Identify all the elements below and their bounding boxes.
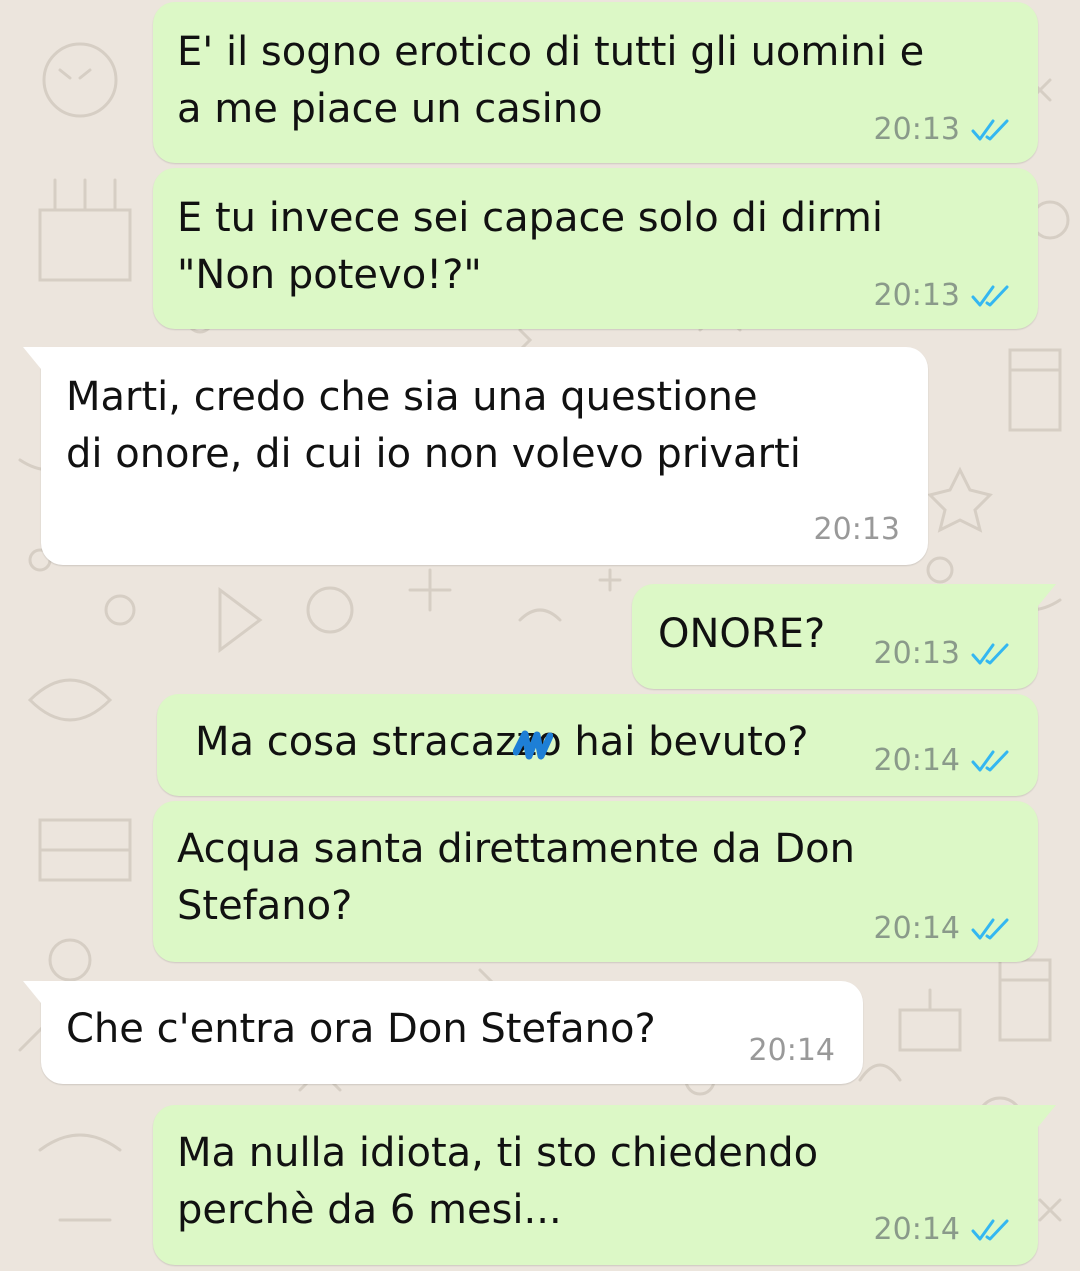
message-text: Marti, credo che sia una questione di on… (66, 374, 801, 477)
message-text: Acqua santa direttamente da Don Stefano? (177, 826, 855, 929)
double-check-icon (970, 749, 1014, 773)
message-text: E tu invece sei capace solo di dirmi "No… (177, 195, 883, 298)
message-bubble-outgoing[interactable]: Ma cosa stracazzo hai bevuto? 20:14 (157, 694, 1038, 796)
message-text: Ma nulla idiota, ti sto chiedendo perchè… (177, 1130, 819, 1233)
message-time: 20:14 (873, 911, 960, 946)
message-meta: 20:13 (874, 115, 1014, 145)
double-check-icon (970, 917, 1014, 941)
message-text: Ma cosa stracazzo hai bevuto? (195, 719, 809, 765)
double-check-icon (970, 118, 1014, 142)
message-bubble-outgoing[interactable]: ONORE? 20:13 (632, 584, 1056, 689)
message-meta: 20:13 (874, 281, 1014, 311)
message-meta: 20:14 (874, 746, 1014, 776)
message-bubble-incoming[interactable]: Che c'entra ora Don Stefano? 20:14 (23, 981, 863, 1084)
message-time: 20:13 (873, 112, 960, 147)
message-meta: 20:14 (874, 914, 1014, 944)
message-list[interactable]: E' il sogno erotico di tutti gli uomini … (0, 0, 1080, 1271)
message-text: E' il sogno erotico di tutti gli uomini … (177, 29, 925, 132)
message-time: 20:14 (873, 743, 960, 778)
message-bubble-outgoing[interactable]: Ma nulla idiota, ti sto chiedendo perchè… (153, 1105, 1056, 1265)
double-check-icon (970, 284, 1014, 308)
message-bubble-incoming[interactable]: Marti, credo che sia una questione di on… (23, 347, 928, 565)
message-bubble-outgoing[interactable]: Acqua santa direttamente da Don Stefano?… (153, 801, 1038, 962)
message-time: 20:14 (873, 1212, 960, 1247)
double-check-icon (970, 1218, 1014, 1242)
double-check-icon (970, 642, 1014, 666)
message-bubble-outgoing[interactable]: E' il sogno erotico di tutti gli uomini … (153, 2, 1038, 163)
message-time: 20:14 (748, 1033, 835, 1068)
message-time: 20:13 (873, 636, 960, 671)
message-text: Che c'entra ora Don Stefano? (66, 1006, 656, 1052)
redaction-scribble (513, 730, 553, 760)
message-time: 20:13 (813, 512, 900, 547)
message-bubble-outgoing[interactable]: E tu invece sei capace solo di dirmi "No… (153, 168, 1038, 329)
message-meta: 20:14 (749, 1036, 835, 1066)
message-time: 20:13 (873, 278, 960, 313)
message-meta: 20:14 (874, 1215, 1014, 1245)
message-meta: 20:13 (874, 639, 1014, 669)
message-meta: 20:13 (814, 515, 900, 545)
message-text: ONORE? (658, 611, 826, 657)
